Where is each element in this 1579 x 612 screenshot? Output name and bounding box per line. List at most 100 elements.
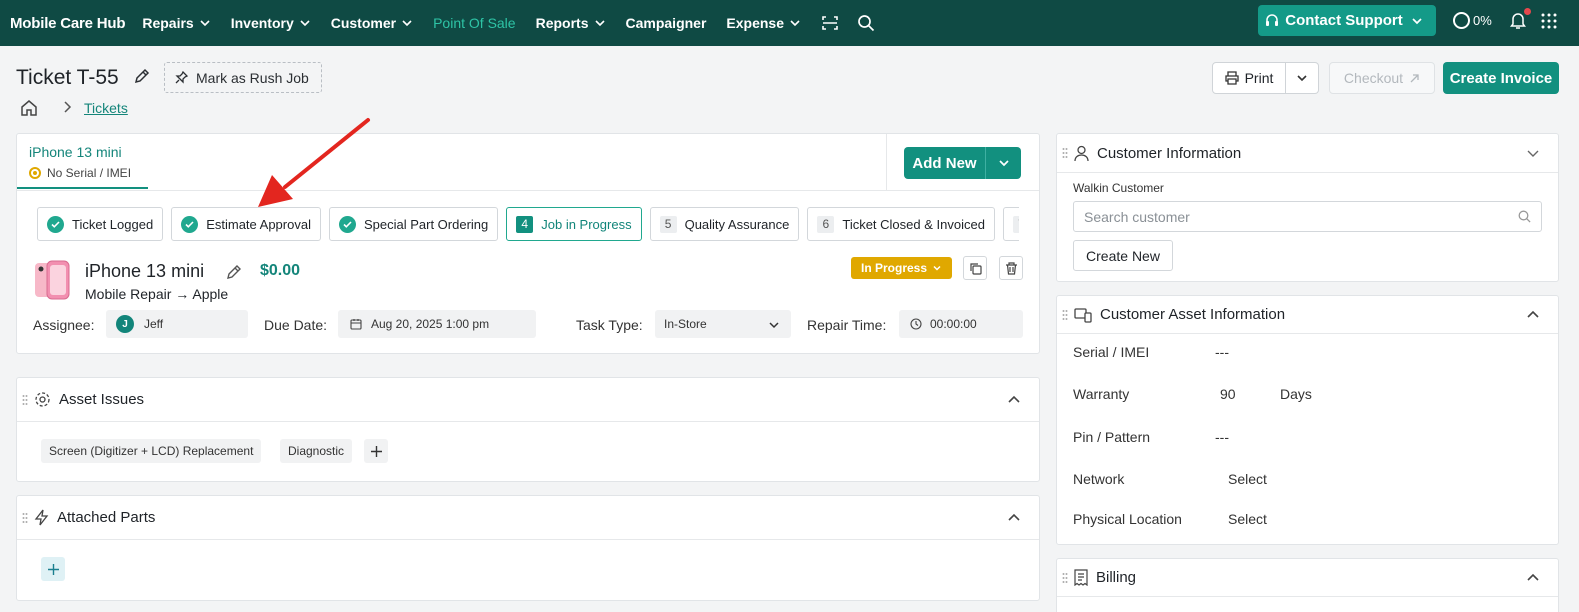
chevron-down-icon <box>200 20 210 27</box>
chevron-down-icon <box>998 160 1009 167</box>
customer-asset-panel: Customer Asset Information Serial / IMEI… <box>1056 295 1559 545</box>
add-new-button[interactable]: Add New <box>904 147 985 179</box>
plus-icon <box>370 445 382 457</box>
home-icon[interactable] <box>20 99 38 117</box>
chevron-down-icon <box>594 20 605 27</box>
top-navbar: Mobile Care Hub Repairs Inventory Custom… <box>0 0 1579 46</box>
edit-pencil-icon[interactable] <box>226 264 242 280</box>
drag-handle-icon[interactable] <box>1062 147 1068 159</box>
nav-repairs-label: Repairs <box>142 15 194 31</box>
device-card: iPhone 13 mini No Serial / IMEI Add New … <box>16 133 1040 354</box>
drag-handle-icon[interactable] <box>1062 309 1068 321</box>
customer-info-panel: Customer Information Walkin Customer Sea… <box>1056 133 1559 282</box>
warning-circle-icon <box>29 167 41 179</box>
chevron-down-icon[interactable] <box>1526 146 1540 160</box>
due-date-picker[interactable]: Aug 20, 2025 1:00 pm <box>338 310 536 338</box>
asset-issues-header[interactable]: Asset Issues <box>17 378 1039 422</box>
step-estimate-approval[interactable]: Estimate Approval <box>171 207 321 241</box>
step-quality-assurance[interactable]: 5 Quality Assurance <box>649 207 800 241</box>
pin-pattern-value[interactable]: --- <box>1215 429 1229 445</box>
chevron-up-icon[interactable] <box>1526 571 1540 585</box>
chevron-up-icon[interactable] <box>1526 308 1540 322</box>
delete-button[interactable] <box>999 256 1023 280</box>
physical-location-label: Physical Location <box>1073 511 1182 527</box>
clock-icon <box>910 318 922 330</box>
print-label: Print <box>1244 70 1274 86</box>
device-tab-iphone[interactable]: iPhone 13 mini No Serial / IMEI <box>17 134 148 189</box>
nav-expense[interactable]: Expense <box>726 15 801 31</box>
check-circle-icon <box>47 215 64 233</box>
add-part-button[interactable] <box>41 557 65 581</box>
add-issue-button[interactable] <box>364 439 388 463</box>
nav-pos-label: Point Of Sale <box>433 15 516 31</box>
print-button[interactable]: Print <box>1212 62 1286 94</box>
mark-rush-job-button[interactable]: Mark as Rush Job <box>164 62 322 93</box>
attached-parts-header[interactable]: Attached Parts <box>17 496 1039 540</box>
chevron-up-icon[interactable] <box>1007 511 1021 525</box>
step-job-in-progress[interactable]: 4 Job in Progress <box>506 207 642 241</box>
printer-icon <box>1224 71 1239 85</box>
step-special-part-ordering[interactable]: Special Part Ordering <box>328 207 499 241</box>
attached-parts-panel: Attached Parts <box>16 495 1040 601</box>
assignee-name: Jeff <box>144 317 164 331</box>
serial-imei-value[interactable]: --- <box>1215 344 1229 360</box>
breadcrumb-tickets-link[interactable]: Tickets <box>84 100 128 116</box>
add-new-area: Add New <box>886 134 1040 190</box>
pin-icon <box>175 71 188 84</box>
warranty-value[interactable]: 90 <box>1220 386 1236 402</box>
step-label: Estimate Approval <box>206 216 311 232</box>
step-7[interactable]: 7 <box>1002 207 1019 241</box>
status-dropdown[interactable]: In Progress <box>851 257 952 279</box>
warranty-unit[interactable]: Days <box>1280 386 1312 402</box>
issue-chip[interactable]: Diagnostic <box>280 439 353 463</box>
panel-title: Billing <box>1096 569 1137 586</box>
nav-reports[interactable]: Reports <box>536 15 606 31</box>
progress-value: 0% <box>1473 13 1492 28</box>
pin-pattern-label: Pin / Pattern <box>1073 429 1151 445</box>
apps-grid-icon[interactable] <box>1541 13 1557 32</box>
repair-time-field[interactable]: 00:00:00 <box>899 310 1023 338</box>
contact-support-button[interactable]: Contact Support <box>1258 5 1436 36</box>
phone-thumbnail <box>35 260 70 300</box>
drag-handle-icon[interactable] <box>22 394 28 406</box>
search-icon[interactable] <box>857 14 875 32</box>
add-new-dropdown-button[interactable] <box>985 147 1021 179</box>
step-label: Job in Progress <box>541 216 632 232</box>
duplicate-button[interactable] <box>963 256 987 280</box>
nav-customer[interactable]: Customer <box>331 15 413 31</box>
nav-repairs[interactable]: Repairs <box>142 15 210 31</box>
customer-asset-header[interactable]: Customer Asset Information <box>1057 296 1558 334</box>
chevron-up-icon[interactable] <box>1007 393 1021 407</box>
nav-point-of-sale[interactable]: Point Of Sale <box>433 15 516 31</box>
progress-indicator[interactable]: 0% <box>1453 12 1492 29</box>
print-dropdown-button[interactable] <box>1286 62 1319 94</box>
nav-inventory[interactable]: Inventory <box>231 15 311 31</box>
progress-ring-icon <box>1453 12 1470 29</box>
chevron-down-icon <box>769 322 779 329</box>
drag-handle-icon[interactable] <box>22 512 28 524</box>
scan-icon[interactable] <box>821 14 839 32</box>
drag-handle-icon[interactable] <box>1062 572 1068 584</box>
nav-campaigner[interactable]: Campaigner <box>626 15 707 31</box>
brand-logo[interactable]: Mobile Care Hub <box>10 15 126 32</box>
notification-bell-icon[interactable] <box>1509 8 1531 33</box>
network-select[interactable]: Select <box>1228 471 1267 487</box>
step-label: Quality Assurance <box>684 216 790 232</box>
physical-location-select[interactable]: Select <box>1228 511 1267 527</box>
step-ticket-logged[interactable]: Ticket Logged <box>37 207 164 241</box>
assignee-select[interactable]: J Jeff <box>106 310 248 338</box>
device-category: Mobile Repair → Apple <box>85 286 229 302</box>
issue-chip[interactable]: Screen (Digitizer + LCD) Replacement <box>41 439 262 463</box>
checkout-button[interactable]: Checkout <box>1329 62 1435 94</box>
customer-search-input[interactable]: Search customer <box>1073 201 1542 232</box>
customer-info-header[interactable]: Customer Information <box>1057 134 1558 172</box>
create-invoice-button[interactable]: Create Invoice <box>1443 62 1559 94</box>
headset-icon <box>1266 13 1279 26</box>
billing-header[interactable]: Billing <box>1057 559 1558 597</box>
edit-pencil-icon[interactable] <box>133 68 150 85</box>
nav-expense-label: Expense <box>726 15 785 31</box>
task-type-select[interactable]: In-Store <box>655 310 791 338</box>
create-new-customer-button[interactable]: Create New <box>1073 240 1173 271</box>
page-title: Ticket T-55 <box>16 66 119 89</box>
step-ticket-closed[interactable]: 6 Ticket Closed & Invoiced <box>807 207 995 241</box>
